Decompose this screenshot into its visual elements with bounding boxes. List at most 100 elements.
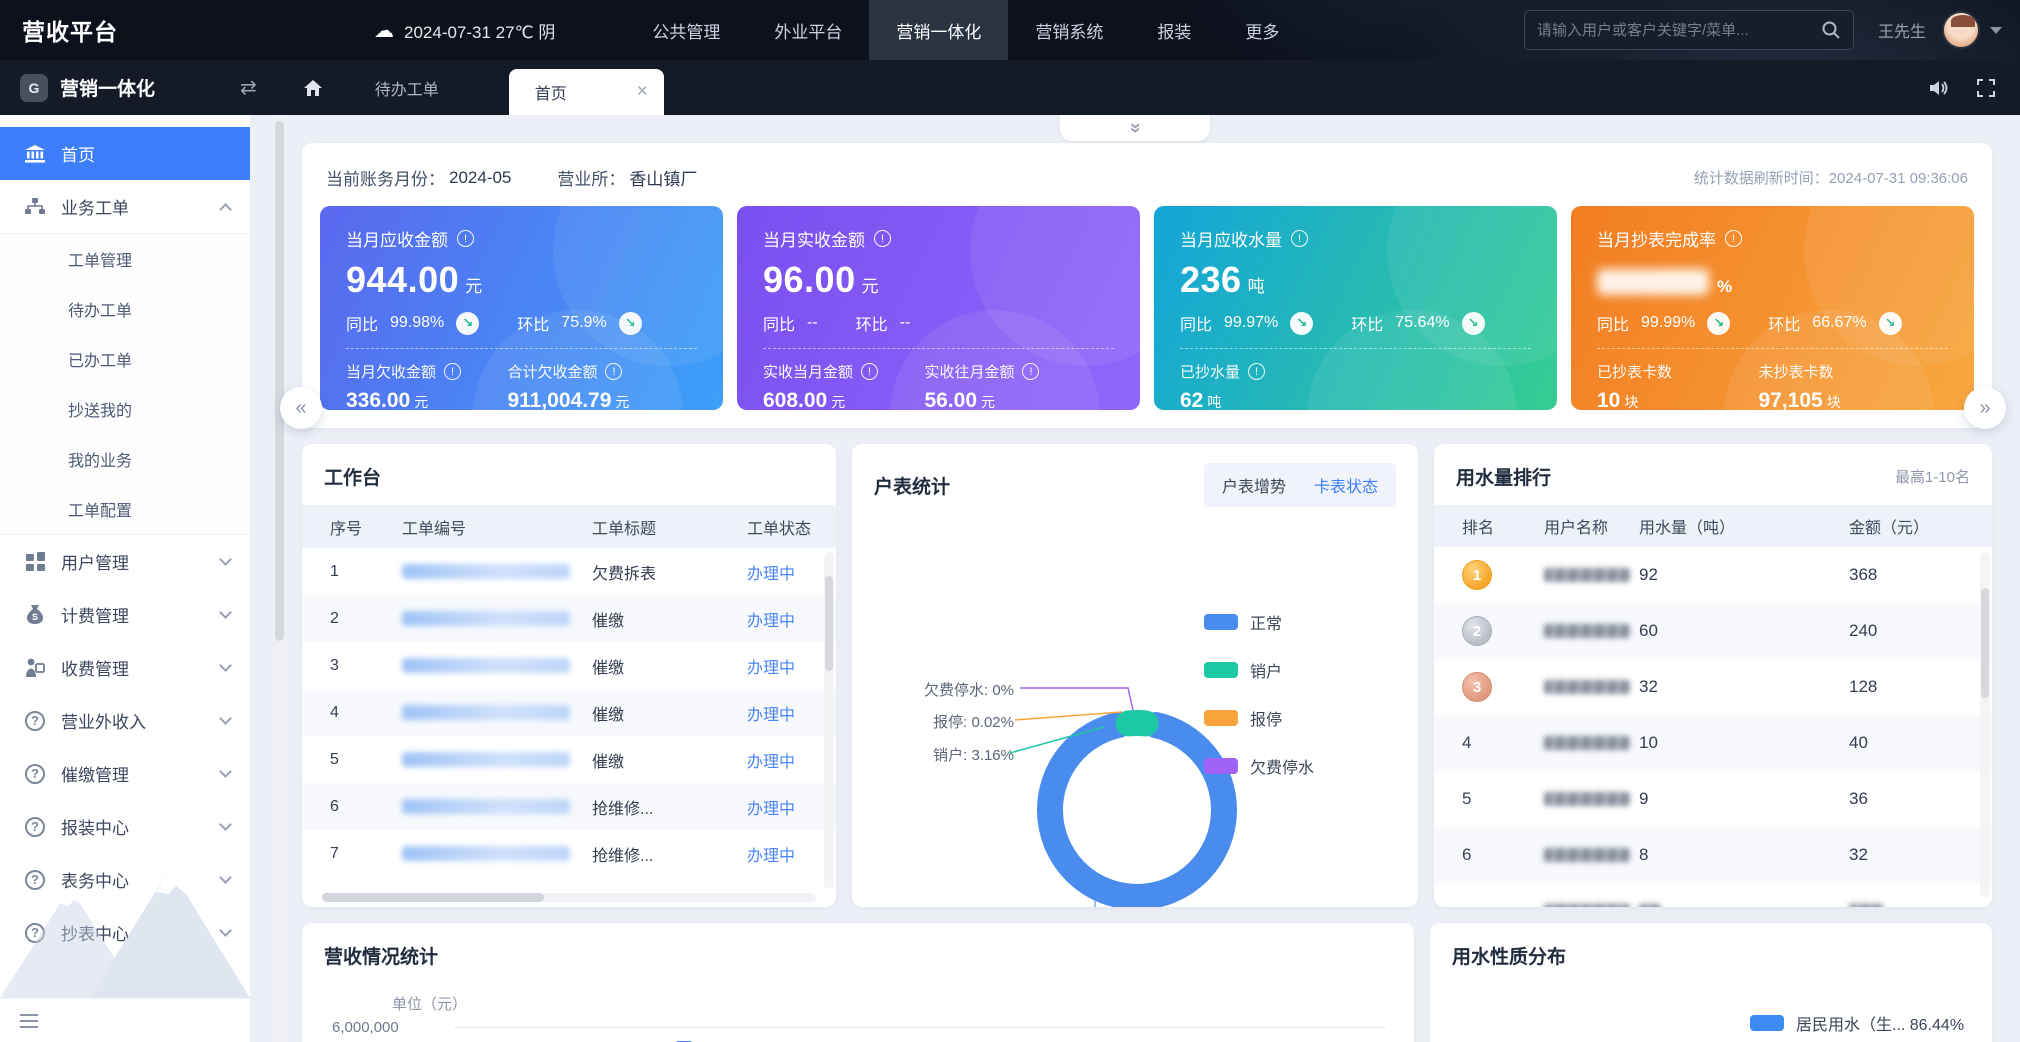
nav-more[interactable]: 更多 — [1218, 0, 1306, 60]
user-menu-caret-icon[interactable] — [1990, 27, 2002, 34]
chevron-down-icon — [219, 553, 232, 566]
table-row[interactable]: 5 催缴办理中 — [302, 736, 836, 783]
info-icon[interactable]: ! — [1022, 363, 1039, 380]
info-icon[interactable]: ! — [457, 230, 474, 247]
table-row[interactable]: 3 催缴办理中 — [302, 642, 836, 689]
sidebar-item-done-workorder[interactable]: 已办工单 — [0, 334, 250, 384]
sidebar-item-home[interactable]: 首页 — [0, 127, 250, 180]
info-icon[interactable]: ! — [1291, 230, 1308, 247]
kpi-trend: 同比99.98% ↘ 环比75.9% ↘ — [346, 311, 697, 335]
account-month-label: 当前账务月份： — [326, 165, 445, 190]
workbench-title: 工作台 — [324, 463, 381, 490]
sidebar-group-installation-center[interactable]: ? 报装中心 — [0, 800, 250, 853]
kpi-card-receivable-amount[interactable]: 当月应收金额 ! 944.00元 同比99.98% ↘ 环比75.9% ↘ — [320, 206, 723, 410]
home-icon[interactable] — [303, 78, 323, 98]
top-header: 营收平台 ☁ 2024-07-31 27℃ 阴 公共管理 外业平台 营销一体化 … — [0, 0, 2020, 60]
legend-item-paused[interactable]: 报停 — [1204, 706, 1314, 730]
table-row[interactable]: 6 抢维修...办理中 — [302, 783, 836, 830]
sidebar-group-nonoperating-income[interactable]: ? 营业外收入 — [0, 694, 250, 747]
table-row[interactable]: 4 10 40 — [1434, 715, 1992, 771]
info-icon[interactable]: ! — [1248, 363, 1265, 380]
table-row-partial[interactable] — [1434, 883, 1992, 907]
search-icon[interactable] — [1821, 20, 1841, 40]
sidebar-group-charging-mgmt[interactable]: 收费管理 — [0, 641, 250, 694]
sidebar-item-my-business[interactable]: 我的业务 — [0, 434, 250, 484]
tab-home-label: 首页 — [535, 80, 567, 104]
redacted-value — [1597, 269, 1709, 295]
table-row[interactable]: 2 催缴办理中 — [302, 595, 836, 642]
info-icon[interactable]: ! — [1725, 230, 1742, 247]
sidebar-item-workorder-mgmt[interactable]: 工单管理 — [0, 234, 250, 284]
nav-public-mgmt[interactable]: 公共管理 — [625, 0, 747, 60]
table-row[interactable]: 1 欠费拆表办理中 — [302, 548, 836, 595]
kpi-card-receivable-water[interactable]: 当月应收水量 ! 236吨 同比99.97% ↘ 环比75.64% ↘ — [1154, 206, 1557, 410]
info-icon[interactable]: ! — [861, 363, 878, 380]
scrollbar-thumb[interactable] — [322, 893, 544, 902]
kpi-trend: 同比99.99% ↘ 环比66.67% ↘ — [1597, 311, 1948, 335]
table-row[interactable]: 5 9 36 — [1434, 771, 1992, 827]
legend-item-residential[interactable]: 居民用水（生... 86.44% — [1750, 1011, 1964, 1035]
global-search[interactable] — [1524, 10, 1854, 50]
legend-item-cutoff[interactable]: 欠费停水 — [1204, 754, 1314, 778]
kpi-subvalues: 实收当月金额! 608.00元 实收往月金额! 56.00元 — [763, 361, 1114, 410]
kpi-title: 当月抄表完成率 ! — [1597, 226, 1948, 251]
office-value: 香山镇厂 — [629, 165, 697, 190]
chevron-down-icon — [219, 712, 232, 725]
table-row[interactable]: 7 抢维修...办理中 — [302, 830, 836, 877]
search-input[interactable] — [1537, 22, 1821, 39]
table-row[interactable]: 6 8 32 — [1434, 827, 1992, 883]
avatar[interactable] — [1942, 11, 1980, 49]
carousel-right-button[interactable]: » — [1964, 387, 2006, 429]
volume-icon[interactable] — [1928, 78, 1950, 98]
nav-marketing-system[interactable]: 营销系统 — [1008, 0, 1130, 60]
tab-meter-trend[interactable]: 户表增势 — [1222, 473, 1286, 497]
tab-todo-workorder[interactable]: 待办工单 — [375, 76, 439, 100]
ranking-panel: 用水量排行 最高1-10名 排名 用户名称 用水量（吨） 金额（元） 1 — [1434, 444, 1992, 907]
collapse-menu-icon[interactable] — [20, 1020, 38, 1022]
table-row[interactable]: 3 32 128 — [1434, 659, 1992, 715]
table-row[interactable]: 4 催缴办理中 — [302, 689, 836, 736]
close-tab-icon[interactable]: × — [637, 81, 648, 103]
switch-app-icon[interactable]: ⇄ — [240, 75, 257, 100]
sidebar-group-collection-mgmt[interactable]: ? 催缴管理 — [0, 747, 250, 800]
table-scrollbar[interactable] — [824, 552, 834, 889]
carousel-left-button[interactable]: « — [280, 387, 322, 429]
table-row[interactable]: 1 92 368 — [1434, 547, 1992, 603]
nav-field-platform[interactable]: 外业平台 — [747, 0, 869, 60]
sidebar-item-cc-me[interactable]: 抄送我的 — [0, 384, 250, 434]
kpi-card-received-amount[interactable]: 当月实收金额 ! 96.00元 同比-- 环比-- — [737, 206, 1140, 410]
sidebar-group-meter-reading-center[interactable]: ? 抄表中心 — [0, 906, 250, 959]
table-scrollbar[interactable] — [1980, 552, 1990, 897]
redacted-value — [1639, 904, 1661, 907]
kpi-value: 944.00元 — [346, 259, 697, 301]
chevron-down-icon — [219, 606, 232, 619]
tab-card-status[interactable]: 卡表状态 — [1314, 473, 1378, 497]
sidebar-group-user-mgmt[interactable]: 用户管理 — [0, 535, 250, 588]
kpi-card-reading-completion[interactable]: 当月抄表完成率 ! % 同比99.99% ↘ 环比66.67% ↘ — [1571, 206, 1974, 410]
table-row[interactable]: 2 60 240 — [1434, 603, 1992, 659]
scrollbar-thumb[interactable] — [825, 576, 833, 671]
legend-item-normal[interactable]: 正常 — [1204, 610, 1314, 634]
legend-item-closed[interactable]: 销户 — [1204, 658, 1314, 682]
sidebar-item-todo-workorder[interactable]: 待办工单 — [0, 284, 250, 334]
y-axis-tick: 6,000,000 — [332, 1019, 399, 1036]
info-icon[interactable]: ! — [874, 230, 891, 247]
tab-home-active[interactable]: 首页 × — [509, 69, 664, 115]
sidebar-group-workorders[interactable]: 业务工单 — [0, 180, 250, 233]
sidebar-item-workorder-config[interactable]: 工单配置 — [0, 484, 250, 534]
info-icon[interactable]: ! — [444, 363, 461, 380]
sidebar-group-meter-center[interactable]: ? 表务中心 — [0, 853, 250, 906]
nav-marketing-integration[interactable]: 营销一体化 — [869, 0, 1008, 60]
water-nature-title: 用水性质分布 — [1452, 942, 1566, 969]
kpi-title: 当月实收金额 ! — [763, 226, 1114, 251]
info-icon[interactable]: ! — [605, 363, 622, 380]
scrollbar-thumb[interactable] — [1981, 588, 1989, 698]
fullscreen-icon[interactable] — [1976, 78, 1996, 98]
username: 王先生 — [1878, 18, 1926, 42]
divider — [763, 348, 1114, 349]
redacted-order-no — [402, 705, 570, 720]
table-hscrollbar[interactable] — [322, 893, 816, 902]
collapse-summary-button[interactable]: « — [1060, 115, 1210, 141]
nav-installation[interactable]: 报装 — [1130, 0, 1218, 60]
sidebar-group-billing-mgmt[interactable]: S 计费管理 — [0, 588, 250, 641]
